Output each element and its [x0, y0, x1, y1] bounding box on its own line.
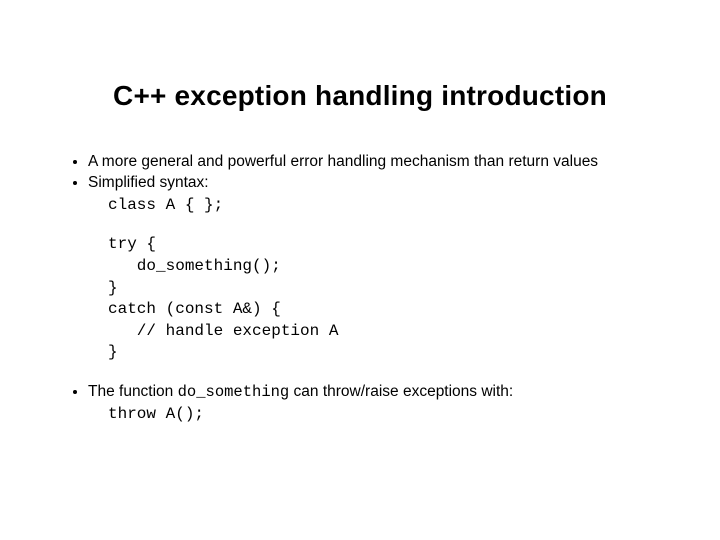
- bullet-list: A more general and powerful error handli…: [60, 152, 660, 426]
- code-throw: throw A();: [108, 404, 660, 426]
- bullet-item: The function do_something can throw/rais…: [88, 382, 660, 426]
- bullet-text-pre: The function: [88, 383, 178, 400]
- slide-title: C++ exception handling introduction: [60, 80, 660, 112]
- bullet-item: Simplified syntax: class A { }; try { do…: [88, 173, 660, 364]
- code-class-decl: class A { };: [108, 195, 660, 217]
- bullet-text: Simplified syntax:: [88, 174, 209, 191]
- bullet-item: A more general and powerful error handli…: [88, 152, 660, 171]
- bullet-text-post: can throw/raise exceptions with:: [289, 383, 513, 400]
- bullet-text: A more general and powerful error handli…: [88, 153, 598, 170]
- inline-code: do_something: [178, 383, 290, 401]
- code-try-catch: try { do_something(); } catch (const A&)…: [108, 234, 660, 364]
- slide: C++ exception handling introduction A mo…: [0, 0, 720, 540]
